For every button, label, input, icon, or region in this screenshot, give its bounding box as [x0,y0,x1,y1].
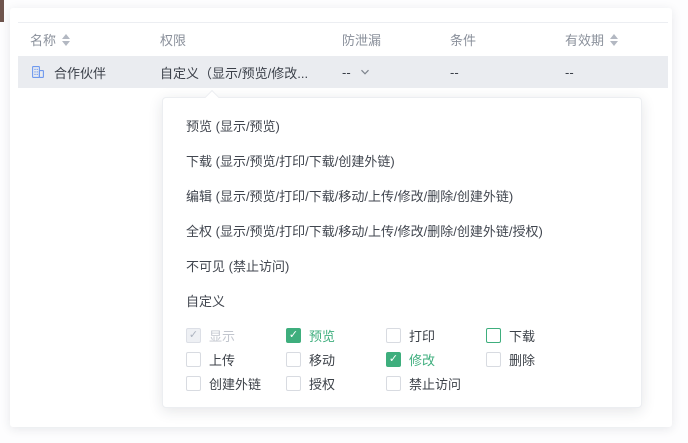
row-leak-prevention-value: -- [342,64,351,80]
checkbox-label: 授权 [309,376,336,392]
checkbox-label: 显示 [209,328,236,344]
column-header-leak-prevention: 防泄漏 [342,30,450,49]
column-label: 名称 [30,33,57,48]
checkbox-item[interactable]: 移动 [286,350,386,369]
checkbox[interactable] [186,351,201,367]
column-header-permission: 权限 [160,30,342,49]
dropdown-option[interactable]: 下载 (显示/预览/打印/下载/创建外链) [163,144,641,179]
permissions-card: 名称 权限 防泄漏 条件 有效期 合作伙伴 自定义（显示/预览/修改... --… [10,8,672,427]
checkbox[interactable] [486,351,501,367]
checkbox-item[interactable]: ✓ 预览 [286,326,386,345]
column-label: 权限 [160,33,187,48]
checkbox[interactable] [386,375,401,391]
row-name-cell: 合作伙伴 [18,63,160,82]
row-permission-cell[interactable]: 自定义（显示/预览/修改... [160,63,342,82]
row-condition-cell: -- [450,65,565,80]
table-header-row: 名称 权限 防泄漏 条件 有效期 [18,22,668,56]
dropdown-notch [204,89,220,105]
permission-dropdown-panel: 预览 (显示/预览) 下载 (显示/预览/打印/下载/创建外链) 编辑 (显示/预览… [162,89,642,408]
chevron-down-icon[interactable] [359,66,371,78]
permissions-table: 名称 权限 防泄漏 条件 有效期 合作伙伴 自定义（显示/预览/修改... --… [18,22,668,88]
checkbox-item[interactable]: 禁止访问 [386,374,486,393]
checkbox-item[interactable]: 删除 [486,350,586,369]
checkbox-label: 修改 [409,352,436,368]
checkbox[interactable] [286,351,301,367]
checkbox-label: 创建外链 [209,376,262,392]
row-leak-prevention-cell[interactable]: -- [342,65,450,80]
column-header-name[interactable]: 名称 [18,30,160,49]
checkbox-item: ✓ 显示 [186,326,286,345]
checkbox-grid: ✓ 显示 ✓ 预览 打印 下载上传 移动 ✓ 修改 删除创建外链 授权 禁止访问 [163,323,641,395]
checkbox-checked-icon[interactable]: ✓ [286,327,301,343]
column-label: 有效期 [565,33,605,48]
dropdown-option[interactable]: 预览 (显示/预览) [163,109,641,144]
column-label: 条件 [450,33,477,48]
checkbox-item[interactable]: 创建外链 [186,374,286,393]
column-header-validity[interactable]: 有效期 [565,30,668,49]
checkbox-label: 预览 [309,328,336,344]
checkbox-label: 删除 [509,352,536,368]
table-row[interactable]: 合作伙伴 自定义（显示/预览/修改... -- -- -- [18,56,668,88]
checkbox-item[interactable]: 打印 [386,326,486,345]
dropdown-option[interactable]: 全权 (显示/预览/打印/下载/移动/上传/修改/删除/创建外链/授权) [163,214,641,249]
checkbox-item[interactable]: ✓ 修改 [386,350,486,369]
sort-icon[interactable] [610,33,619,46]
dropdown-option-list: 预览 (显示/预览) 下载 (显示/预览/打印/下载/创建外链) 编辑 (显示/预览… [163,109,641,319]
row-permission-value: 自定义（显示/预览/修改... [160,65,309,81]
checkbox-label: 禁止访问 [409,376,462,392]
dropdown-option[interactable]: 自定义 [163,284,641,319]
sort-icon[interactable] [62,33,71,46]
checkbox-label: 打印 [409,328,436,344]
checkbox-label: 移动 [309,352,336,368]
checkbox[interactable] [486,327,501,343]
checkbox-label: 下载 [509,328,536,344]
screen-edge-artifact [0,0,4,22]
checkbox-item[interactable]: 授权 [286,374,386,393]
column-header-condition: 条件 [450,30,565,49]
checkbox[interactable] [286,375,301,391]
column-label: 防泄漏 [342,33,382,48]
row-validity-value: -- [565,64,574,80]
checkbox-checked-icon: ✓ [186,327,201,343]
row-validity-cell: -- [565,65,668,80]
row-condition-value: -- [450,64,459,80]
checkbox-item[interactable]: 下载 [486,326,586,345]
checkbox[interactable] [386,327,401,343]
checkbox[interactable] [186,375,201,391]
row-name: 合作伙伴 [54,65,107,81]
dropdown-option[interactable]: 不可见 (禁止访问) [163,249,641,284]
checkbox-item[interactable]: 上传 [186,350,286,369]
dropdown-option[interactable]: 编辑 (显示/预览/打印/下载/移动/上传/修改/删除/创建外链) [163,179,641,214]
checkbox-checked-icon[interactable]: ✓ [386,351,401,367]
organization-icon [32,66,44,78]
checkbox-label: 上传 [209,352,236,368]
